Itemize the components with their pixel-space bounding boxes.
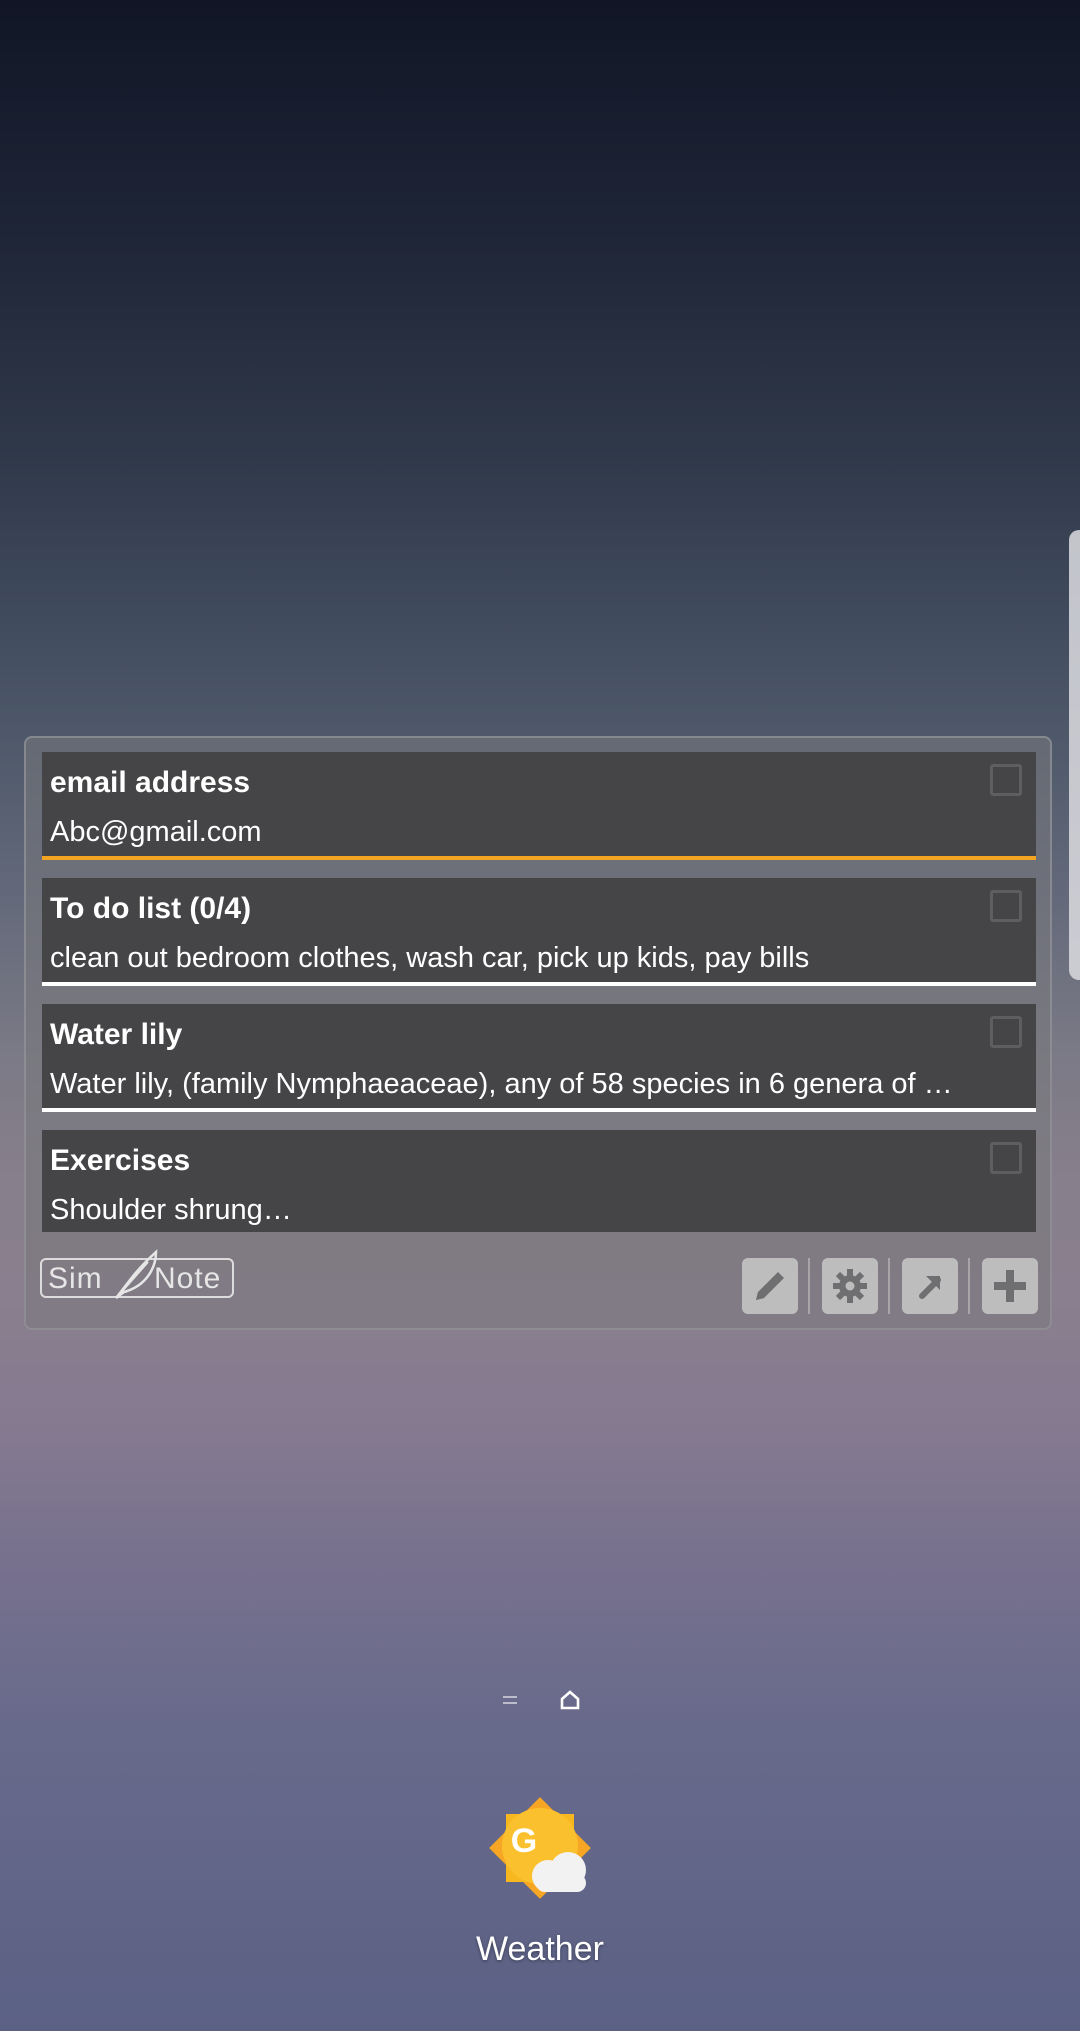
note-body: Abc@gmail.com: [50, 816, 262, 848]
app-label: Weather: [476, 1930, 604, 1968]
note-item[interactable]: Water lily Water lily, (family Nymphaeac…: [42, 1004, 1036, 1112]
svg-text:G: G: [511, 1822, 537, 1860]
plus-icon: [994, 1270, 1026, 1302]
open-app-button[interactable]: [902, 1258, 958, 1314]
note-body: clean out bedroom clothes, wash car, pic…: [50, 942, 810, 974]
home-icon[interactable]: [560, 1690, 580, 1710]
menu-lines-icon[interactable]: [503, 1694, 517, 1706]
arrow-up-right-icon: [919, 1276, 941, 1299]
pencil-icon: [756, 1272, 784, 1300]
edge-panel-handle[interactable]: [1069, 530, 1080, 980]
note-title: To do list (0/4): [50, 892, 252, 925]
simnote-logo[interactable]: Sim Note: [40, 1249, 234, 1299]
add-note-button[interactable]: [982, 1258, 1038, 1314]
logo-text-part1: Sim: [48, 1262, 103, 1295]
note-list: email address Abc@gmail.com To do list (…: [42, 752, 1036, 1232]
page-indicator: [0, 1690, 1080, 1714]
note-title: Water lily: [50, 1018, 183, 1051]
note-title: email address: [50, 766, 251, 799]
widget-toolbar: Sim Note: [26, 1238, 1050, 1328]
note-item[interactable]: Exercises Shoulder shrung…: [42, 1130, 1036, 1232]
note-checkbox[interactable]: [990, 890, 1022, 922]
note-item[interactable]: email address Abc@gmail.com: [42, 752, 1036, 860]
settings-button[interactable]: [822, 1258, 878, 1314]
app-weather[interactable]: G Weather: [460, 1780, 620, 1980]
gear-icon: [833, 1269, 867, 1303]
note-checkbox[interactable]: [990, 764, 1022, 796]
note-body: Water lily, (family Nymphaeaceae), any o…: [50, 1068, 953, 1100]
note-item[interactable]: To do list (0/4) clean out bedroom cloth…: [42, 878, 1036, 986]
note-title: Exercises: [50, 1144, 191, 1177]
note-checkbox[interactable]: [990, 1142, 1022, 1174]
toolbar-divider: [888, 1258, 890, 1314]
edit-button[interactable]: [742, 1258, 798, 1314]
note-body: Shoulder shrung…: [50, 1194, 292, 1226]
note-checkbox[interactable]: [990, 1016, 1022, 1048]
toolbar-divider: [808, 1258, 810, 1314]
weather-icon: G: [489, 1797, 591, 1899]
logo-text-part2: Note: [154, 1262, 222, 1295]
simnote-widget: email address Abc@gmail.com To do list (…: [24, 736, 1052, 1330]
toolbar-divider: [968, 1258, 970, 1314]
